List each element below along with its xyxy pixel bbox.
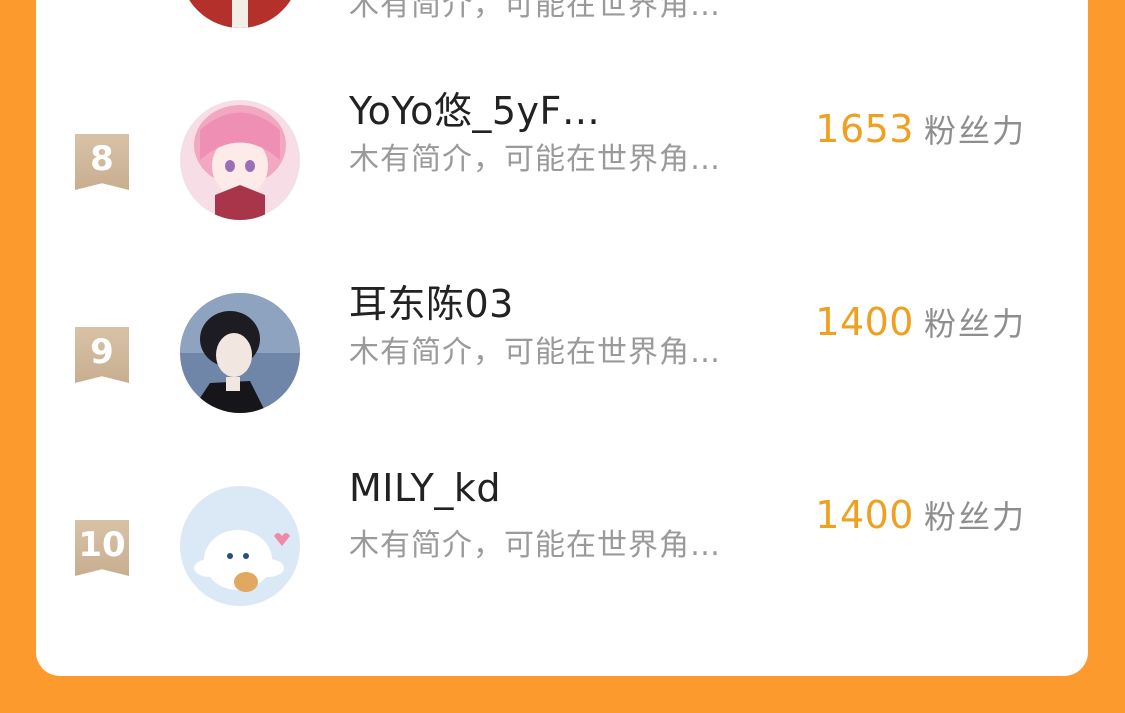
user-name[interactable]: MILY_kd <box>349 466 501 510</box>
rank-badge: 10 <box>75 520 129 576</box>
ranking-card: 木有简介，可能在世界角… 8 YoYo悠_5yF… 木有简介，可能在世界角… 1… <box>36 0 1088 676</box>
avatar[interactable] <box>180 293 300 413</box>
score-value: 1400 <box>815 300 914 344</box>
score-value: 1400 <box>815 493 914 537</box>
rank-badge: 9 <box>75 327 129 383</box>
score-unit: 粉丝力 <box>923 305 1026 343</box>
user-name[interactable]: YoYo悠_5yF… <box>349 80 600 135</box>
fan-power-score: 1400 粉丝力 <box>815 299 1026 345</box>
user-bio: 木有简介，可能在世界角… <box>349 335 721 370</box>
fan-power-score: 1400 粉丝力 <box>815 492 1026 538</box>
ranking-row-9[interactable]: 9 耳东陈03 木有简介，可能在世界角… 1400 粉丝力 <box>36 273 1088 433</box>
score-unit: 粉丝力 <box>923 112 1026 150</box>
user-bio: 木有简介，可能在世界角… <box>349 142 721 177</box>
score-value: 1653 <box>815 107 914 151</box>
user-name[interactable]: 耳东陈03 <box>349 273 514 328</box>
rank-badge: 8 <box>75 134 129 190</box>
score-unit: 粉丝力 <box>923 498 1026 536</box>
ranking-row-7[interactable]: 木有简介，可能在世界角… <box>36 0 1088 60</box>
fan-power-score: 1653 粉丝力 <box>815 106 1026 152</box>
avatar[interactable] <box>180 0 300 28</box>
ranking-row-10[interactable]: 10 MILY_kd 木有简介，可能在世界角… 1400 粉丝力 <box>36 466 1088 626</box>
avatar[interactable] <box>180 100 300 220</box>
user-bio: 木有简介，可能在世界角… <box>349 528 721 563</box>
avatar[interactable] <box>180 486 300 606</box>
ranking-row-8[interactable]: 8 YoYo悠_5yF… 木有简介，可能在世界角… 1653 粉丝力 <box>36 80 1088 240</box>
user-bio: 木有简介，可能在世界角… <box>349 0 721 23</box>
